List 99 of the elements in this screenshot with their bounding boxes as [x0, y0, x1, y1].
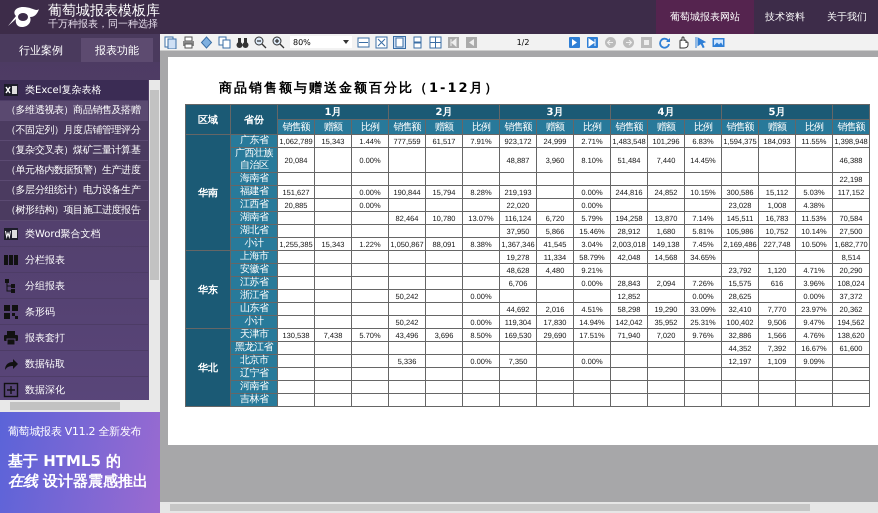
promo-banner[interactable]: 葡萄城报表 V11.2 全新发布 基于 HTML5 的 在线 设计器震感推出 — [0, 412, 160, 513]
province-cell: 湖北省 — [230, 224, 278, 238]
region-cell: 华南 — [186, 134, 230, 250]
column-header: 2月 — [388, 104, 500, 120]
province-cell: 湖南省 — [230, 212, 278, 224]
banner-headline: 基于 HTML5 的 — [8, 451, 122, 471]
submenu-item[interactable]: （树形结构）项目施工进度报告 — [0, 201, 148, 221]
caret-icon — [343, 40, 349, 44]
province-cell: 天津市 — [230, 328, 278, 342]
spreadsheet-icon — [3, 82, 19, 98]
menu-item[interactable]: 条形码 — [0, 299, 148, 325]
column-header: 1月 — [278, 104, 388, 120]
province-cell: 黑龙江省 — [230, 342, 278, 354]
province-cell: 江苏省 — [230, 276, 278, 290]
column-header: 4月 — [610, 104, 722, 120]
refresh-icon[interactable] — [658, 36, 671, 48]
column-header: 赠额 — [648, 120, 684, 134]
column-header: 销售额 — [278, 120, 314, 134]
printer-icon — [3, 330, 19, 346]
column-header: 赠额 — [758, 120, 796, 134]
province-cell: 江西省 — [230, 198, 278, 212]
fit-page-icon[interactable] — [375, 36, 388, 48]
fit-width-icon[interactable] — [357, 36, 370, 48]
image-icon[interactable] — [712, 36, 725, 48]
menu-item[interactable]: 报表套打 — [0, 325, 148, 351]
scrollbar[interactable] — [160, 502, 878, 513]
region-cell: 华东 — [186, 250, 230, 328]
province-cell: 吉林省 — [230, 394, 278, 406]
nav-link[interactable]: 技术资料 — [754, 0, 816, 34]
column-header: 销售额 — [722, 120, 758, 134]
site-tagline: 千万种报表，同一种选择 — [48, 19, 159, 31]
column-header: 销售额 — [500, 120, 536, 134]
site-title: 葡萄城报表模板库 — [48, 3, 160, 19]
column-header: 销售额 — [832, 120, 870, 134]
pages-icon[interactable] — [164, 36, 177, 48]
sidebar-tab[interactable]: 行业案例 — [5, 38, 77, 62]
menu-item[interactable]: 数据钻取 — [0, 351, 148, 377]
document-icon — [3, 226, 19, 242]
binoculars-icon[interactable] — [236, 36, 249, 48]
menu-item[interactable]: 分栏报表 — [0, 247, 148, 273]
province-cell: 小计 — [230, 316, 278, 328]
last-page-icon[interactable] — [586, 36, 599, 48]
column-header: 比例 — [352, 120, 388, 134]
column-header: 比例 — [796, 120, 832, 134]
banner-title: 葡萄城报表 V11.2 全新发布 — [8, 424, 142, 439]
province-cell: 安徽省 — [230, 264, 278, 276]
zoom-out-icon[interactable] — [254, 36, 267, 48]
column-header: 区域 — [186, 104, 230, 134]
logo-icon — [6, 6, 40, 28]
page-number[interactable]: 1/2 — [483, 38, 563, 46]
province-cell: 北京市 — [230, 354, 278, 368]
grid-icon[interactable] — [429, 36, 442, 48]
province-cell: 广西壮族自治区 — [230, 148, 278, 172]
province-cell: 广东省 — [230, 134, 278, 148]
column-header: 比例 — [462, 120, 500, 134]
print-icon[interactable] — [182, 36, 195, 48]
province-cell: 辽宁省 — [230, 368, 278, 380]
province-cell: 海南省 — [230, 172, 278, 186]
column-header: 5月 — [722, 104, 832, 120]
column-header: 赠额 — [536, 120, 574, 134]
scrollbar[interactable] — [149, 80, 160, 400]
nav-link[interactable]: 葡萄城报表网站 — [656, 0, 754, 34]
column-header: 3月 — [500, 104, 610, 120]
menu-item[interactable]: 类Excel复杂表格 — [0, 80, 148, 101]
cursor-icon[interactable] — [694, 36, 707, 48]
submenu-item[interactable]: （多维透视表）商品销售及搭赠 — [0, 101, 148, 121]
menu-item[interactable]: 类Word聚合文档 — [0, 221, 148, 247]
single-page-icon[interactable] — [393, 36, 406, 48]
plus-box-icon — [3, 382, 19, 398]
province-cell: 浙江省 — [230, 290, 278, 302]
province-cell: 小计 — [230, 238, 278, 250]
province-cell: 上海市 — [230, 250, 278, 264]
submenu-item[interactable]: （不固定列）月度店铺管理评分 — [0, 121, 148, 141]
column-header: 省份 — [230, 104, 278, 134]
column-header: 比例 — [684, 120, 722, 134]
copy-icon[interactable] — [218, 36, 231, 48]
submenu-item[interactable]: （复杂交叉表）煤矿三量计算基 — [0, 141, 148, 161]
menu-item[interactable]: 分组报表 — [0, 273, 148, 299]
submenu-item[interactable]: （多层分组统计）电力设备生产 — [0, 181, 148, 201]
province-cell: 福建省 — [230, 186, 278, 198]
province-cell: 山东省 — [230, 302, 278, 316]
nav-link[interactable]: 关于我们 — [816, 0, 878, 34]
region-cell: 华北 — [186, 328, 230, 406]
column-header: 比例 — [574, 120, 610, 134]
submenu-item[interactable]: （单元格内数据预警）生产进度 — [0, 161, 148, 181]
banner-headline: 在线 设计器震感推出 — [8, 471, 150, 491]
column-header: 销售额 — [610, 120, 648, 134]
province-cell: 河南省 — [230, 380, 278, 394]
column-header: 赠额 — [314, 120, 352, 134]
qr-code-icon — [3, 304, 19, 320]
continuous-pages-icon[interactable] — [411, 36, 424, 48]
sidebar-tab[interactable]: 报表功能 — [81, 38, 153, 62]
zoom-dropdown[interactable]: 80% — [290, 36, 352, 48]
scrollbar[interactable] — [0, 400, 160, 412]
column-header: 销售额 — [388, 120, 426, 134]
zoom-in-icon[interactable] — [272, 36, 285, 48]
next-page-icon[interactable] — [568, 36, 581, 48]
column-header: 赠额 — [426, 120, 462, 134]
report-title: 商品销售额与赠送金额百分比（1-12月） — [219, 80, 500, 97]
